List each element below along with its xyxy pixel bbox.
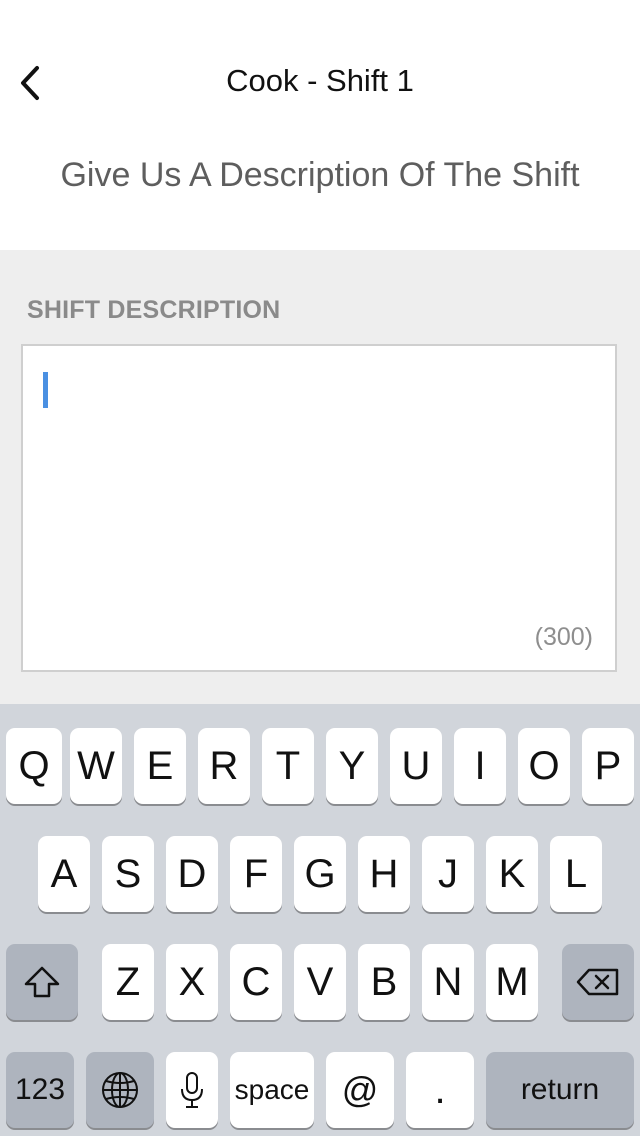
key-g[interactable]: G [294,836,346,912]
on-screen-keyboard: Q W E R T Y U I O P A S D F G H J K L Z … [0,704,640,1136]
page-title: Cook - Shift 1 [226,63,414,98]
key-z[interactable]: Z [102,944,154,1020]
key-a[interactable]: A [38,836,90,912]
text-caret [43,372,48,408]
key-w[interactable]: W [70,728,122,804]
shift-key[interactable] [6,944,78,1020]
key-l[interactable]: L [550,836,602,912]
key-p[interactable]: P [582,728,634,804]
key-b[interactable]: B [358,944,410,1020]
shift-description-label: SHIFT DESCRIPTION [27,296,281,324]
microphone-key[interactable] [166,1052,218,1128]
form-section: SHIFT DESCRIPTION (300) [0,250,640,704]
key-s[interactable]: S [102,836,154,912]
space-key[interactable]: space [230,1052,314,1128]
at-key[interactable]: @ [326,1052,394,1128]
key-u[interactable]: U [390,728,442,804]
globe-icon [102,1072,138,1108]
key-y[interactable]: Y [326,728,378,804]
key-j[interactable]: J [422,836,474,912]
page-subtitle: Give Us A Description Of The Shift [60,156,580,194]
shift-icon [24,966,60,998]
return-key[interactable]: return [486,1052,634,1128]
key-t[interactable]: T [262,728,314,804]
key-f[interactable]: F [230,836,282,912]
key-v[interactable]: V [294,944,346,1020]
key-k[interactable]: K [486,836,538,912]
key-c[interactable]: C [230,944,282,1020]
character-counter: (300) [534,623,593,651]
key-d[interactable]: D [166,836,218,912]
backspace-icon [576,968,619,996]
backspace-key[interactable] [562,944,634,1020]
shift-description-textarea[interactable]: (300) [21,344,617,672]
dot-key[interactable]: . [406,1052,474,1128]
key-q[interactable]: Q [6,728,62,804]
key-h[interactable]: H [358,836,410,912]
key-o[interactable]: O [518,728,570,804]
numbers-key[interactable]: 123 [6,1052,74,1128]
navigation-bar: Cook - Shift 1 Give Us A Description Of … [0,0,640,194]
microphone-icon [181,1072,203,1108]
key-r[interactable]: R [198,728,250,804]
key-i[interactable]: I [454,728,506,804]
key-x[interactable]: X [166,944,218,1020]
globe-key[interactable] [86,1052,154,1128]
key-m[interactable]: M [486,944,538,1020]
key-n[interactable]: N [422,944,474,1020]
key-e[interactable]: E [134,728,186,804]
